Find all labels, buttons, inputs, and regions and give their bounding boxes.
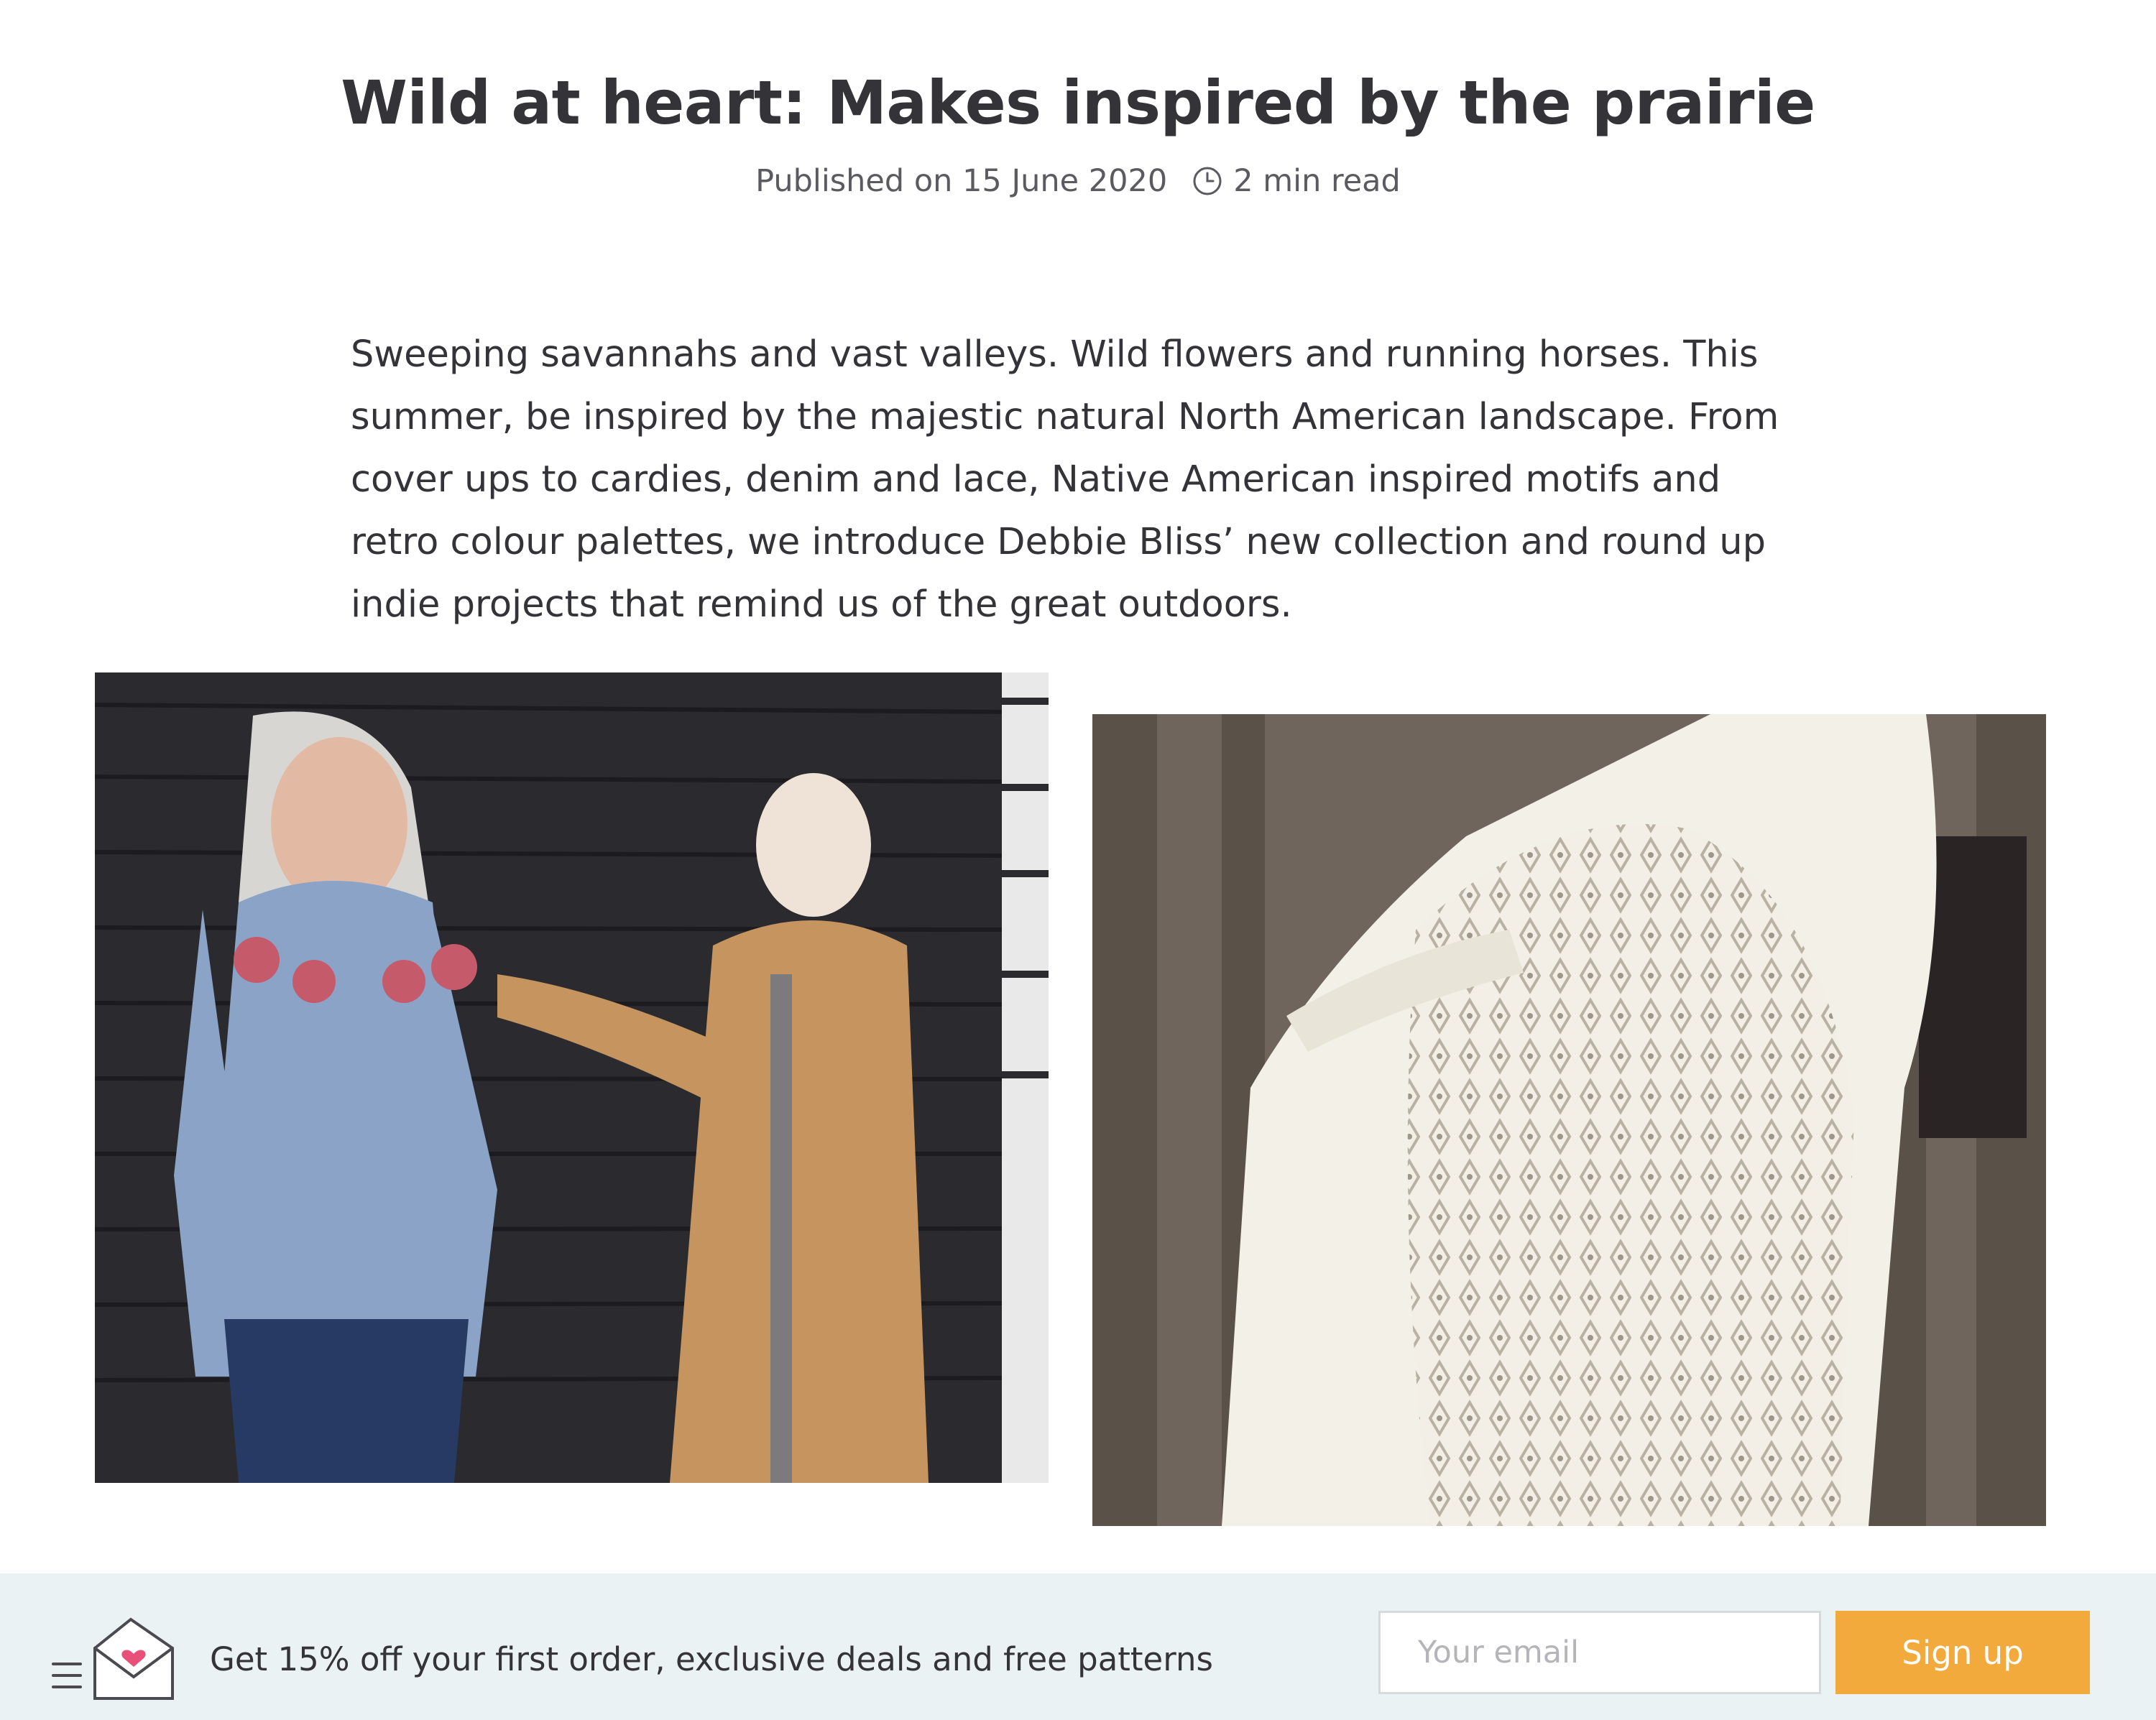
article-intro: Sweeping savannahs and vast valleys. Wil… (351, 333, 1779, 626)
envelope-heart-icon (52, 1614, 178, 1703)
photo-blue-cardigan (95, 672, 1049, 1483)
photo-lace-cardigan (1092, 714, 2046, 1526)
article-title: Wild at heart: Makes inspired by the pra… (341, 68, 1815, 138)
published-date: Published on 15 June 2020 (755, 163, 1168, 199)
clock-icon (1192, 165, 1223, 197)
newsletter-bar: Get 15% off your first order, exclusive … (0, 1573, 2156, 1720)
article-meta: Published on 15 June 2020 2 min read (0, 159, 2156, 203)
email-input[interactable] (1378, 1611, 1821, 1694)
read-time: 2 min read (1233, 163, 1401, 199)
sign-up-button[interactable]: Sign up (1835, 1611, 2090, 1694)
newsletter-promo-text: Get 15% off your first order, exclusive … (210, 1640, 1213, 1678)
